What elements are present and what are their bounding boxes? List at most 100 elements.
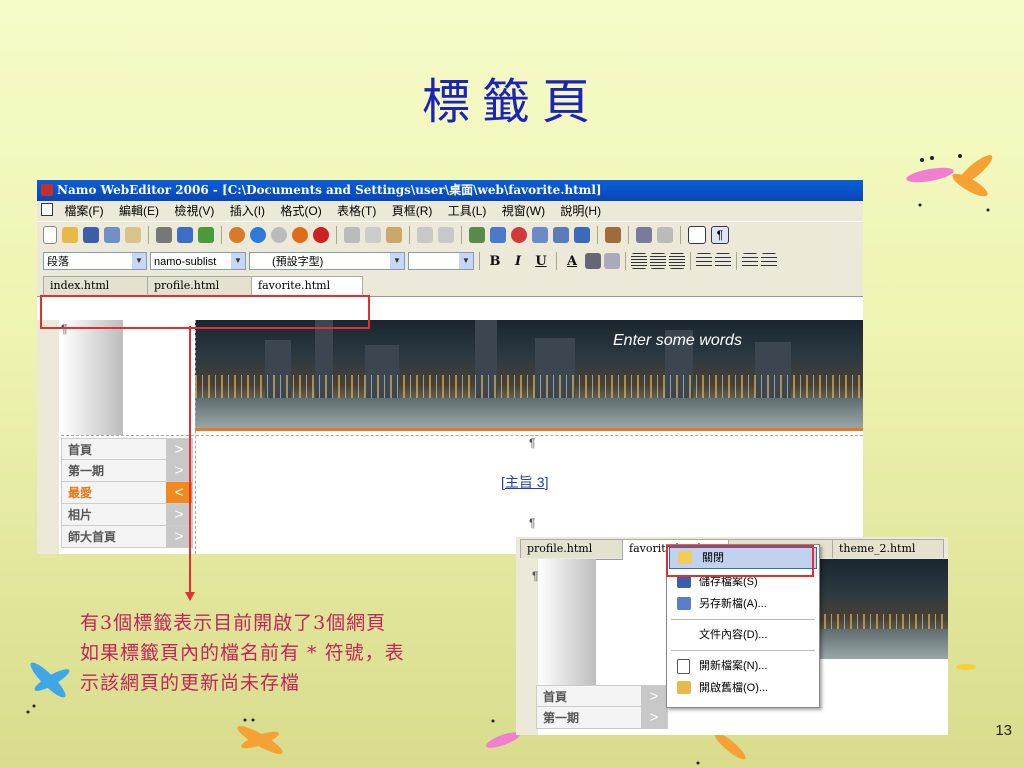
new-file-icon — [677, 659, 690, 674]
outdent-icon[interactable] — [742, 253, 758, 269]
pilcrow-icon[interactable]: ¶ — [711, 226, 729, 244]
nav-list: 首頁 > 第一期 > 最愛 < 相片 > 師大首頁 > — [61, 438, 193, 548]
frame-icon[interactable] — [574, 227, 590, 243]
menu-table[interactable]: 表格(T) — [337, 204, 376, 218]
tab-index[interactable]: index.html — [43, 276, 151, 295]
print-icon[interactable] — [156, 227, 172, 243]
copy-icon[interactable] — [365, 227, 381, 243]
align-right-icon[interactable] — [669, 253, 685, 269]
redo-icon[interactable] — [438, 227, 454, 243]
document-tabs: index.html profile.html favorite.html — [37, 274, 863, 297]
italic-button[interactable]: I — [508, 254, 528, 269]
new-icon[interactable] — [43, 226, 57, 244]
font-select[interactable]: (預設字型) ▼ — [249, 252, 405, 270]
grid-icon[interactable] — [688, 226, 706, 244]
separator — [479, 252, 480, 270]
nav-item-issue-one[interactable]: 第一期 > — [61, 460, 193, 482]
app-icon — [41, 184, 53, 196]
size-select[interactable]: ▼ — [408, 252, 474, 270]
publish-icon[interactable] — [229, 227, 245, 243]
web-icon[interactable] — [271, 227, 287, 243]
cut-icon[interactable] — [344, 227, 360, 243]
separator — [148, 226, 149, 244]
separator — [461, 226, 462, 244]
layout-guide — [195, 320, 196, 554]
bold-button[interactable]: B — [485, 254, 505, 269]
menu-item-properties[interactable]: 文件內容(D)... — [667, 624, 819, 646]
bullet-list-icon[interactable] — [715, 253, 731, 269]
save-all-icon[interactable] — [104, 227, 120, 243]
indent-icon[interactable] — [761, 253, 777, 269]
image-icon[interactable] — [469, 227, 485, 243]
align-left-icon[interactable] — [631, 253, 647, 269]
menu-item-save-as[interactable]: 另存新檔(A)... — [667, 593, 819, 615]
browser-icon[interactable] — [250, 227, 266, 243]
dragonfly-decoration — [956, 664, 976, 670]
menu-doc-icon — [41, 203, 53, 216]
unlink-icon[interactable] — [657, 227, 673, 243]
nav-item-issue-one[interactable]: 第一期 > — [536, 707, 668, 729]
nav-item-home[interactable]: 首頁 > — [536, 685, 668, 707]
opera-icon[interactable] — [313, 227, 329, 243]
edit-image-icon[interactable] — [490, 227, 506, 243]
open-icon[interactable] — [62, 227, 78, 243]
font-color-button[interactable]: A — [562, 254, 582, 269]
numbered-list-icon[interactable] — [696, 253, 712, 269]
slide-number: 13 — [995, 722, 1012, 739]
dragonfly-decoration — [26, 662, 70, 714]
tab-favorite[interactable]: favorite.html — [251, 276, 363, 297]
menu-view[interactable]: 檢視(V) — [174, 204, 214, 218]
style-select[interactable]: namo-sublist ▼ — [150, 252, 246, 270]
theme-link[interactable]: [主旨 3] — [501, 472, 548, 492]
menu-bar: 檔案(F) 編輯(E) 檢視(V) 插入(I) 格式(O) 表格(T) 頁框(R… — [37, 201, 863, 221]
chevron-right-icon: > — [641, 686, 667, 707]
menu-item-new-file[interactable]: 開新檔案(N)... — [667, 655, 819, 677]
nav-item-home[interactable]: 首頁 > — [61, 438, 193, 460]
nav-item-ntnu[interactable]: 師大首頁 > — [61, 526, 193, 548]
layer-icon[interactable] — [553, 227, 569, 243]
menu-format[interactable]: 格式(O) — [280, 204, 321, 218]
table-icon[interactable] — [532, 227, 548, 243]
spell-icon[interactable] — [198, 227, 214, 243]
save-icon[interactable] — [83, 227, 99, 243]
menu-frame[interactable]: 頁框(R) — [392, 204, 433, 218]
link-icon[interactable] — [636, 227, 652, 243]
style-brush-icon[interactable] — [604, 253, 620, 269]
nav-item-photos[interactable]: 相片 > — [61, 504, 193, 526]
separator — [690, 252, 691, 270]
paragraph-select[interactable]: 段落 ▼ — [43, 252, 147, 270]
firefox-icon[interactable] — [292, 227, 308, 243]
menu-tools[interactable]: 工具(L) — [448, 204, 487, 218]
tab-profile[interactable]: profile.html — [520, 539, 626, 558]
separator — [556, 252, 557, 270]
undo-icon[interactable] — [417, 227, 433, 243]
tab-profile[interactable]: profile.html — [147, 276, 253, 295]
preview-icon[interactable] — [177, 227, 193, 243]
mail-icon[interactable] — [125, 227, 141, 243]
menu-insert[interactable]: 插入(I) — [230, 204, 265, 218]
menu-window[interactable]: 視窗(W) — [502, 204, 545, 218]
align-center-icon[interactable] — [650, 253, 666, 269]
caption-text: 有3個標籤表示目前開啟了3個網頁 如果標籤頁內的檔名前有 * 符號，表 示該網頁… — [80, 608, 500, 698]
highlight-icon[interactable] — [585, 253, 601, 269]
caption-line: 如果標籤頁內的檔名前有 * 符號，表 — [80, 642, 405, 664]
separator — [221, 226, 222, 244]
chevron-down-icon: ▼ — [390, 253, 404, 269]
editor-canvas[interactable]: ¶ Enter some words ¶ [主旨 3] ¶ 首頁 > 第一期 > 最… — [37, 320, 863, 554]
underline-button[interactable]: U — [531, 254, 551, 269]
color-icon[interactable] — [511, 227, 527, 243]
caption-line: 有3個標籤表示目前開啟了3個網頁 — [80, 612, 387, 634]
caption-line: 示該網頁的更新尚未存檔 — [80, 672, 301, 694]
paste-icon[interactable] — [386, 227, 402, 243]
format-toolbar: 段落 ▼ namo-sublist ▼ (預設字型) ▼ ▼ B I U A — [37, 248, 863, 274]
menu-item-open-file[interactable]: 開啟舊檔(O)... — [667, 677, 819, 699]
save-as-icon — [677, 597, 691, 610]
tools-icon[interactable] — [605, 227, 621, 243]
nav-item-favorite[interactable]: 最愛 < — [61, 482, 193, 504]
pilcrow-mark: ¶ — [529, 436, 536, 450]
dragonfly-decoration — [237, 718, 283, 754]
menu-help[interactable]: 說明(H) — [560, 204, 601, 218]
menu-file[interactable]: 檔案(F) — [64, 204, 103, 218]
tab-theme-2[interactable]: theme_2.html — [832, 539, 944, 558]
menu-edit[interactable]: 編輯(E) — [119, 204, 159, 218]
